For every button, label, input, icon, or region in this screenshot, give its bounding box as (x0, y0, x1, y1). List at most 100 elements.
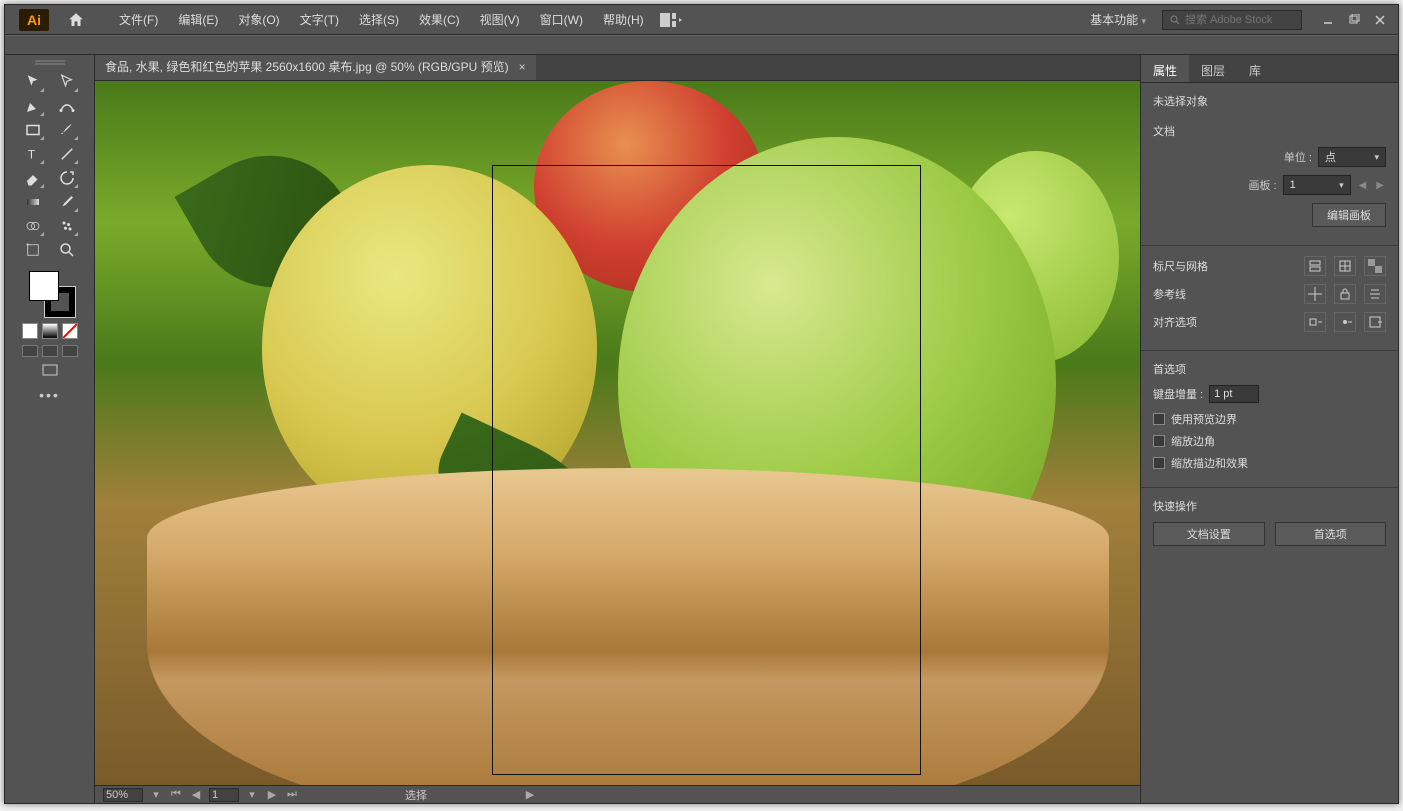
search-icon (1169, 14, 1181, 26)
artboard-label: 画板 : (1248, 177, 1276, 193)
menu-view[interactable]: 视图(V) (470, 5, 530, 34)
menu-help[interactable]: 帮助(H) (593, 5, 654, 34)
minimize-button[interactable] (1316, 11, 1340, 29)
eraser-tool[interactable] (21, 167, 45, 189)
panel-grip[interactable] (30, 59, 70, 67)
smart-guides-icon[interactable] (1364, 284, 1386, 304)
document-section-title: 文档 (1153, 123, 1386, 139)
key-increment-input[interactable] (1209, 385, 1259, 403)
edit-toolbar[interactable]: ••• (39, 387, 60, 403)
menu-window[interactable]: 窗口(W) (530, 5, 593, 34)
search-input[interactable] (1185, 14, 1285, 26)
prev-artboard-button[interactable]: ◀ (1357, 180, 1369, 191)
use-preview-bounds-checkbox[interactable] (1153, 413, 1165, 425)
rectangle-tool[interactable] (21, 119, 45, 141)
menu-select[interactable]: 选择(S) (349, 5, 409, 34)
menu-file[interactable]: 文件(F) (109, 5, 168, 34)
menu-object[interactable]: 对象(O) (228, 5, 289, 34)
curvature-tool[interactable] (55, 95, 79, 117)
transparency-grid-icon[interactable] (1364, 256, 1386, 276)
no-selection-label: 未选择对象 (1153, 93, 1386, 109)
top-menu-bar: Ai 文件(F) 编辑(E) 对象(O) 文字(T) 选择(S) 效果(C) 视… (5, 5, 1398, 35)
ruler-icon[interactable] (1304, 256, 1326, 276)
menu-effect[interactable]: 效果(C) (409, 5, 470, 34)
quick-actions-title: 快速操作 (1153, 498, 1386, 514)
document-area: 食品, 水果, 绿色和红色的苹果 2560x1600 桌布.jpg @ 50% … (95, 55, 1140, 803)
artboard-tool[interactable] (21, 239, 45, 261)
first-artboard-icon[interactable]: ⏮ (169, 788, 183, 802)
arrange-documents-icon[interactable] (660, 13, 682, 27)
draw-behind[interactable] (42, 345, 58, 357)
fill-swatch[interactable] (29, 271, 59, 301)
menu-edit[interactable]: 编辑(E) (168, 5, 228, 34)
paintbrush-tool[interactable] (55, 119, 79, 141)
artboard-value: 1 (1290, 179, 1296, 191)
gradient-mode[interactable] (42, 323, 58, 339)
guides-visibility-icon[interactable] (1304, 284, 1326, 304)
top-right-controls: 基本功能 ▾ (1082, 7, 1398, 32)
rotate-tool[interactable] (55, 167, 79, 189)
type-tool[interactable]: T (21, 143, 45, 165)
zoom-input[interactable] (103, 788, 143, 802)
shape-builder-tool[interactable] (21, 215, 45, 237)
close-button[interactable] (1368, 11, 1392, 29)
units-label: 单位 : (1284, 149, 1312, 165)
gradient-tool[interactable] (21, 191, 45, 213)
last-artboard-icon[interactable]: ⏭ (285, 788, 299, 802)
guides-lock-icon[interactable] (1334, 284, 1356, 304)
scale-corners-checkbox[interactable] (1153, 435, 1165, 447)
svg-text:T: T (27, 148, 35, 162)
document-tabs: 食品, 水果, 绿色和红色的苹果 2560x1600 桌布.jpg @ 50% … (95, 55, 1140, 81)
document-tab-label: 食品, 水果, 绿色和红色的苹果 2560x1600 桌布.jpg @ 50% … (105, 58, 509, 75)
workspace-switcher[interactable]: 基本功能 ▾ (1082, 7, 1154, 32)
artboard-dropdown-icon[interactable]: ▾ (245, 788, 259, 802)
document-tab[interactable]: 食品, 水果, 绿色和红色的苹果 2560x1600 桌布.jpg @ 50% … (95, 55, 536, 80)
maximize-button[interactable] (1342, 11, 1366, 29)
tools-panel: T (5, 55, 95, 803)
snap-pixel-icon[interactable] (1304, 312, 1326, 332)
artboard-select[interactable]: 1▾ (1283, 175, 1351, 195)
menu-type[interactable]: 文字(T) (290, 5, 349, 34)
scale-corners-label: 缩放边角 (1171, 433, 1215, 449)
document-setup-button[interactable]: 文档设置 (1153, 522, 1265, 546)
selection-tool[interactable] (21, 71, 45, 93)
tab-libraries[interactable]: 库 (1237, 55, 1273, 82)
symbol-sprayer-tool[interactable] (55, 215, 79, 237)
home-icon[interactable] (61, 5, 91, 35)
ruler-grid-label: 标尺与网格 (1153, 258, 1208, 274)
edit-artboards-button[interactable]: 编辑画板 (1312, 203, 1386, 227)
none-mode[interactable] (62, 323, 78, 339)
artboard-nav-input[interactable] (209, 788, 239, 802)
tab-properties[interactable]: 属性 (1141, 55, 1189, 82)
status-menu-icon[interactable]: ▶ (523, 788, 537, 802)
grid-icon[interactable] (1334, 256, 1356, 276)
eyedropper-tool[interactable] (55, 191, 79, 213)
direct-selection-tool[interactable] (55, 71, 79, 93)
prev-artboard-icon[interactable]: ◀ (189, 788, 203, 802)
close-tab-icon[interactable]: × (519, 60, 526, 74)
search-box[interactable] (1162, 10, 1302, 30)
preferences-section-title: 首选项 (1153, 361, 1386, 377)
draw-normal[interactable] (22, 345, 38, 357)
canvas[interactable] (95, 81, 1140, 785)
preferences-button[interactable]: 首选项 (1275, 522, 1387, 546)
pen-tool[interactable] (21, 95, 45, 117)
next-artboard-icon[interactable]: ▶ (265, 788, 279, 802)
panel-tabs: 属性 图层 库 (1141, 55, 1398, 83)
line-segment-tool[interactable] (55, 143, 79, 165)
fill-stroke-swatch[interactable] (25, 269, 75, 319)
current-tool-label: 选择 (405, 787, 427, 803)
zoom-tool[interactable] (55, 239, 79, 261)
scale-strokes-checkbox[interactable] (1153, 457, 1165, 469)
color-mode[interactable] (22, 323, 38, 339)
zoom-dropdown-icon[interactable]: ▾ (149, 788, 163, 802)
screen-mode-icon[interactable] (41, 363, 59, 377)
snap-point-icon[interactable] (1334, 312, 1356, 332)
snap-grid-icon[interactable] (1364, 312, 1386, 332)
guides-label: 参考线 (1153, 286, 1186, 302)
properties-panel: 属性 图层 库 未选择对象 文档 单位 : 点▾ 画板 : 1▾ ◀ ▶ (1140, 55, 1398, 803)
next-artboard-button[interactable]: ▶ (1374, 180, 1386, 191)
units-select[interactable]: 点▾ (1318, 147, 1386, 167)
draw-inside[interactable] (62, 345, 78, 357)
tab-layers[interactable]: 图层 (1189, 55, 1237, 82)
